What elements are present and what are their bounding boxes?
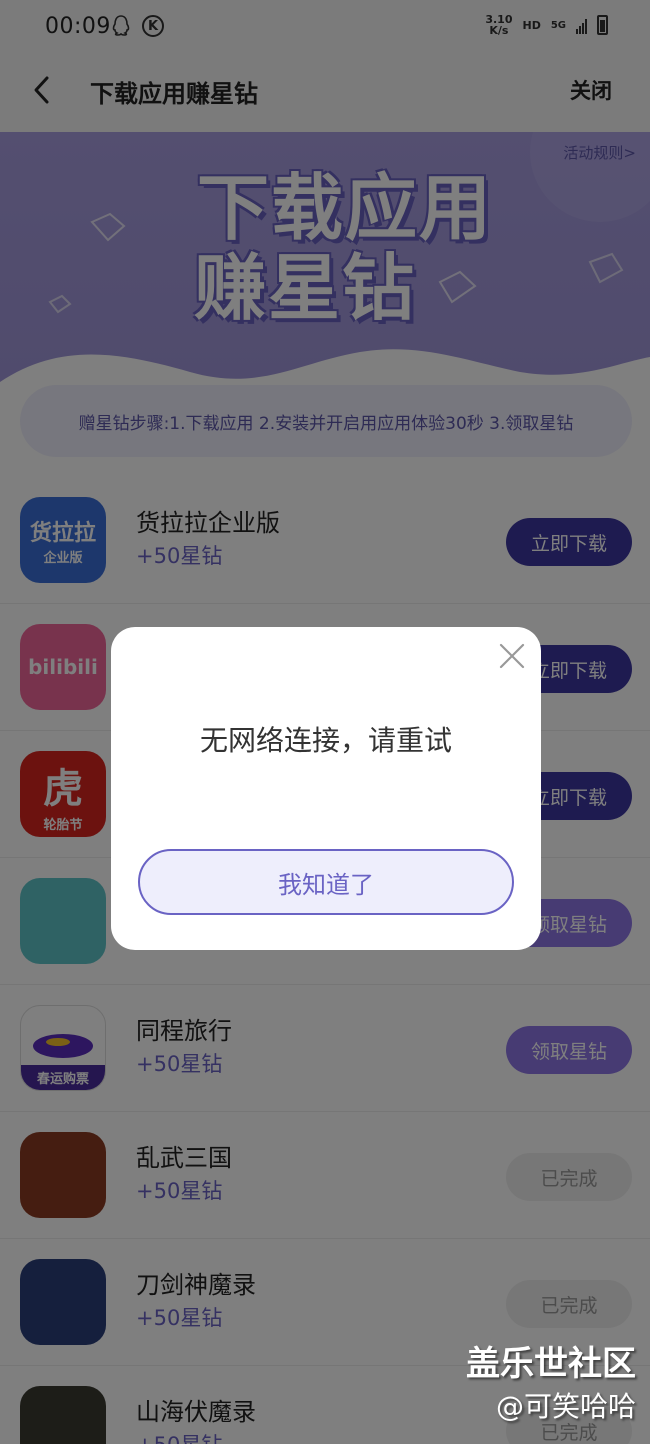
dialog-message: 无网络连接，请重试 xyxy=(199,724,452,757)
watermark-title: 盖乐世社区 xyxy=(466,1344,636,1384)
close-icon xyxy=(499,643,525,669)
dialog-close-button[interactable] xyxy=(497,641,527,671)
watermark-user: @可笑哈哈 xyxy=(495,1390,636,1423)
error-dialog: 无网络连接，请重试 我知道了 xyxy=(111,627,541,950)
acknowledge-button[interactable]: 我知道了 xyxy=(138,849,514,915)
